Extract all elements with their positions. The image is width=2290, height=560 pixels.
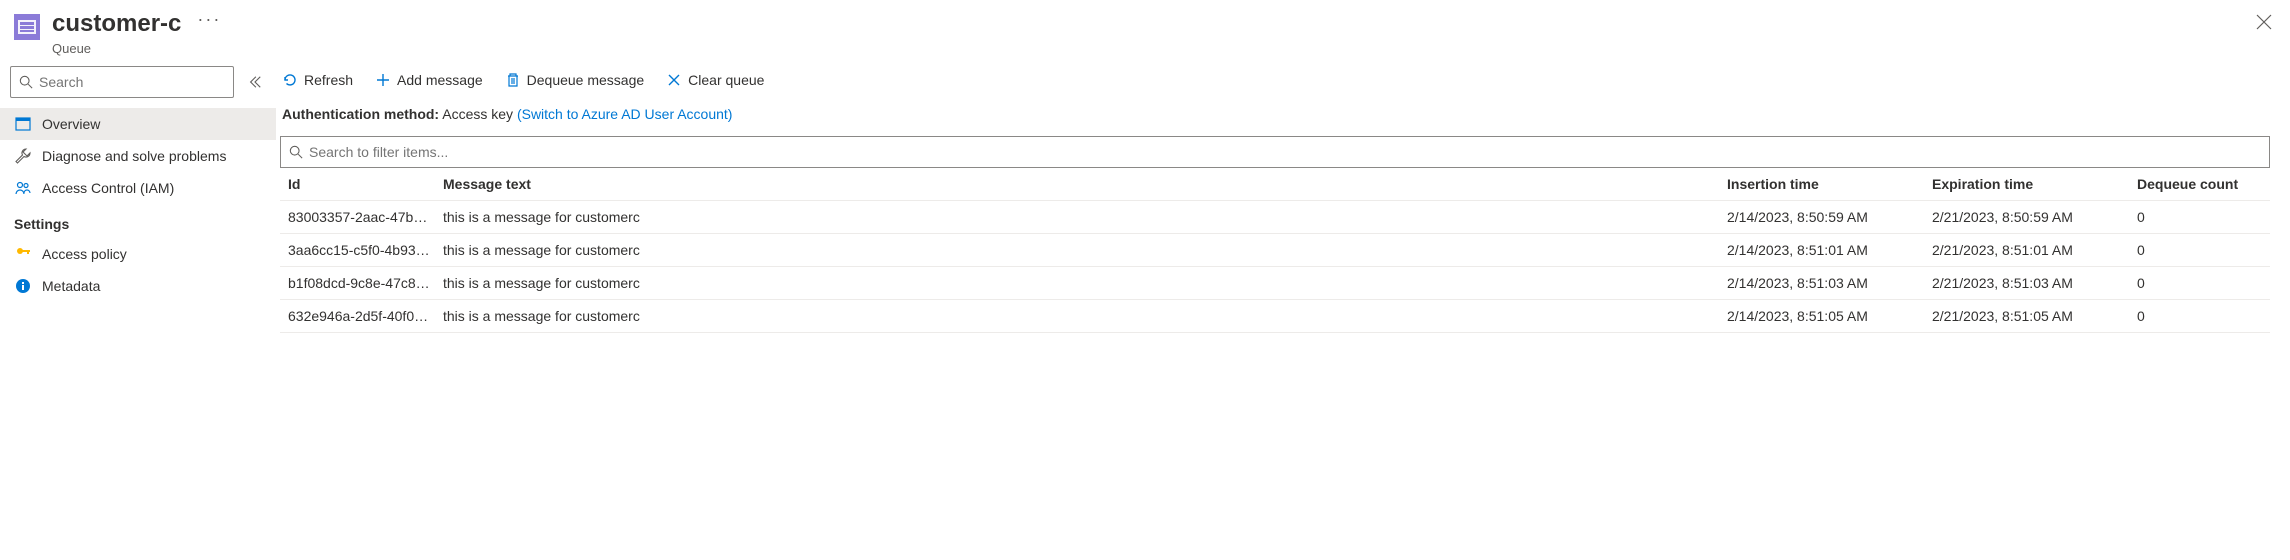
cell-dequeue: 0 — [2137, 275, 2262, 291]
cell-dequeue: 0 — [2137, 209, 2262, 225]
cell-expiration: 2/21/2023, 8:51:05 AM — [1932, 308, 2137, 324]
sidebar-item-diagnose[interactable]: Diagnose and solve problems — [0, 140, 276, 172]
cell-id: b1f08dcd-9c8e-47c8… — [288, 275, 443, 291]
trash-icon — [505, 72, 521, 88]
toolbar-label: Clear queue — [688, 72, 764, 88]
col-header-message[interactable]: Message text — [443, 176, 1727, 192]
sidebar-item-label: Overview — [42, 116, 100, 132]
table-row[interactable]: b1f08dcd-9c8e-47c8… this is a message fo… — [280, 267, 2270, 300]
col-header-dequeue[interactable]: Dequeue count — [2137, 176, 2262, 192]
info-icon — [14, 278, 32, 294]
search-icon — [19, 75, 33, 89]
sidebar-item-access-control[interactable]: Access Control (IAM) — [0, 172, 276, 204]
overview-icon — [14, 116, 32, 132]
cell-insertion: 2/14/2023, 8:51:01 AM — [1727, 242, 1932, 258]
refresh-icon — [282, 72, 298, 88]
cell-id: 632e946a-2d5f-40f0… — [288, 308, 443, 324]
sidebar-item-label: Metadata — [42, 278, 100, 294]
dequeue-message-button[interactable]: Dequeue message — [505, 72, 645, 88]
cell-insertion: 2/14/2023, 8:51:05 AM — [1727, 308, 1932, 324]
wrench-icon — [14, 148, 32, 164]
col-header-expiration[interactable]: Expiration time — [1932, 176, 2137, 192]
sidebar-search-input[interactable] — [39, 74, 225, 90]
sidebar-item-label: Access policy — [42, 246, 127, 262]
toolbar-label: Dequeue message — [527, 72, 645, 88]
people-icon — [14, 180, 32, 196]
add-message-button[interactable]: Add message — [375, 72, 483, 88]
plus-icon — [375, 72, 391, 88]
x-icon — [666, 72, 682, 88]
sidebar-item-metadata[interactable]: Metadata — [0, 270, 276, 302]
queue-icon — [14, 14, 40, 40]
clear-queue-button[interactable]: Clear queue — [666, 72, 764, 88]
more-button[interactable]: ··· — [197, 9, 221, 30]
sidebar-item-label: Diagnose and solve problems — [42, 148, 226, 164]
table-row[interactable]: 632e946a-2d5f-40f0… this is a message fo… — [280, 300, 2270, 333]
sidebar-search[interactable] — [10, 66, 234, 98]
cell-message: this is a message for customerc — [443, 308, 1727, 324]
cell-message: this is a message for customerc — [443, 209, 1727, 225]
auth-switch-link[interactable]: (Switch to Azure AD User Account) — [517, 106, 733, 122]
cell-dequeue: 0 — [2137, 242, 2262, 258]
cell-expiration: 2/21/2023, 8:51:03 AM — [1932, 275, 2137, 291]
table-row[interactable]: 3aa6cc15-c5f0-4b93… this is a message fo… — [280, 234, 2270, 267]
sidebar-item-overview[interactable]: Overview — [0, 108, 276, 140]
page-title: customer-c — [52, 10, 181, 39]
cell-expiration: 2/21/2023, 8:51:01 AM — [1932, 242, 2137, 258]
col-header-id[interactable]: Id — [288, 176, 443, 192]
cell-insertion: 2/14/2023, 8:51:03 AM — [1727, 275, 1932, 291]
sidebar-item-label: Access Control (IAM) — [42, 180, 174, 196]
toolbar-label: Add message — [397, 72, 483, 88]
close-button[interactable] — [2252, 10, 2276, 34]
auth-value: Access key — [442, 106, 513, 122]
table-row[interactable]: 83003357-2aac-47b… this is a message for… — [280, 201, 2270, 234]
toolbar-label: Refresh — [304, 72, 353, 88]
cell-insertion: 2/14/2023, 8:50:59 AM — [1727, 209, 1932, 225]
refresh-button[interactable]: Refresh — [282, 72, 353, 88]
auth-label: Authentication method: — [282, 106, 439, 122]
cell-expiration: 2/21/2023, 8:50:59 AM — [1932, 209, 2137, 225]
table-header-row: Id Message text Insertion time Expiratio… — [280, 168, 2270, 201]
collapse-sidebar-button[interactable] — [242, 69, 268, 95]
cell-id: 83003357-2aac-47b… — [288, 209, 443, 225]
cell-dequeue: 0 — [2137, 308, 2262, 324]
cell-message: this is a message for customerc — [443, 242, 1727, 258]
filter-search[interactable] — [280, 136, 2270, 168]
sidebar-item-access-policy[interactable]: Access policy — [0, 238, 276, 270]
col-header-insertion[interactable]: Insertion time — [1727, 176, 1932, 192]
filter-input[interactable] — [309, 144, 2261, 160]
cell-message: this is a message for customerc — [443, 275, 1727, 291]
cell-id: 3aa6cc15-c5f0-4b93… — [288, 242, 443, 258]
sidebar-group-settings: Settings — [0, 204, 276, 238]
page-subtitle: Queue — [52, 41, 2240, 56]
key-icon — [14, 246, 32, 262]
search-icon — [289, 145, 303, 159]
